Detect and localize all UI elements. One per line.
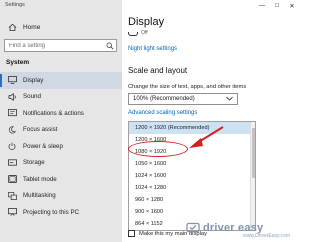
- search-input[interactable]: [5, 40, 104, 51]
- sidebar-item-label: Display: [23, 76, 44, 84]
- resolution-option[interactable]: 1200 × 1920 (Recommended): [129, 122, 255, 134]
- resolution-option[interactable]: 1080 × 1920: [129, 146, 255, 158]
- window-controls: — □ ✕: [258, 2, 296, 10]
- moon-icon: [7, 126, 17, 134]
- maximize-icon[interactable]: □: [273, 2, 281, 10]
- sidebar-item-label: Focus assist: [23, 126, 58, 134]
- storage-icon: [7, 159, 17, 166]
- minimize-icon[interactable]: —: [258, 2, 266, 10]
- monitor-icon: [7, 76, 17, 85]
- nav-home-label: Home: [23, 23, 41, 31]
- project-icon: [7, 208, 17, 217]
- scale-dropdown-value: 100% (Recommended): [133, 96, 195, 102]
- main-display-label: Make this my main display: [139, 230, 207, 237]
- search-icon[interactable]: [104, 42, 116, 50]
- resolution-option[interactable]: 1024 × 1600: [129, 170, 255, 182]
- multitask-icon: [7, 191, 17, 200]
- sidebar-item-label: Multitasking: [23, 192, 56, 200]
- resolution-list-scrollbar[interactable]: [250, 122, 255, 230]
- home-icon: [7, 23, 17, 32]
- toggle-state-label: Off: [141, 30, 148, 36]
- sidebar-item-projecting[interactable]: Projecting to this PC: [0, 204, 122, 221]
- resolution-option[interactable]: 1050 × 1600: [129, 158, 255, 170]
- search-box[interactable]: [4, 39, 117, 52]
- resolution-option[interactable]: 1024 × 1280: [129, 182, 255, 194]
- scale-field-label: Change the size of text, apps, and other…: [128, 84, 247, 90]
- chevron-down-icon: [226, 96, 233, 103]
- speaker-icon: [7, 92, 17, 101]
- sidebar-item-label: Sound: [23, 93, 41, 101]
- resolution-option[interactable]: 864 × 1152: [129, 218, 255, 230]
- section-title-scale-layout: Scale and layout: [128, 66, 188, 75]
- power-icon: [7, 142, 17, 151]
- sidebar-item-multitasking[interactable]: Multitasking: [0, 188, 122, 205]
- scrollbar-thumb[interactable]: [252, 128, 255, 178]
- main-display-option[interactable]: Make this my main display: [128, 230, 207, 237]
- sidebar-group-label: System: [6, 59, 30, 66]
- night-light-settings-link[interactable]: Night light settings: [128, 46, 177, 52]
- resolution-option[interactable]: 960 × 1280: [129, 194, 255, 206]
- settings-sidebar: Settings Home System Display Sound Notif…: [0, 0, 122, 242]
- sidebar-item-tablet-mode[interactable]: Tablet mode: [0, 171, 122, 188]
- notification-icon: [7, 109, 17, 117]
- sidebar-item-display[interactable]: Display: [0, 72, 122, 89]
- display-settings-pane: — □ ✕ Display Off Night light settings S…: [122, 0, 300, 242]
- window-title: Settings: [5, 2, 25, 8]
- resolution-dropdown-list[interactable]: 1200 × 1920 (Recommended) 1200 × 1600 1080…: [128, 121, 256, 231]
- resolution-option[interactable]: 900 × 1600: [129, 206, 255, 218]
- sidebar-item-focus-assist[interactable]: Focus assist: [0, 122, 122, 139]
- sidebar-item-label: Tablet mode: [23, 175, 57, 183]
- scale-dropdown[interactable]: 100% (Recommended): [128, 93, 238, 105]
- sidebar-item-power-sleep[interactable]: Power & sleep: [0, 138, 122, 155]
- sidebar-nav-list: Display Sound Notifications & actions Fo…: [0, 72, 122, 221]
- sidebar-item-label: Projecting to this PC: [23, 208, 80, 216]
- sidebar-item-sound[interactable]: Sound: [0, 89, 122, 106]
- advanced-scaling-link[interactable]: Advanced scaling settings: [128, 110, 197, 116]
- close-icon[interactable]: ✕: [288, 2, 296, 10]
- night-light-toggle[interactable]: [128, 32, 138, 36]
- sidebar-item-label: Power & sleep: [23, 142, 63, 150]
- sidebar-item-notifications[interactable]: Notifications & actions: [0, 105, 122, 122]
- tablet-icon: [7, 175, 17, 184]
- nav-home[interactable]: Home: [0, 20, 122, 34]
- sidebar-item-storage[interactable]: Storage: [0, 155, 122, 172]
- sidebar-item-label: Storage: [23, 159, 45, 167]
- resolution-option[interactable]: 1200 × 1600: [129, 134, 255, 146]
- sidebar-item-label: Notifications & actions: [23, 109, 84, 117]
- main-display-checkbox[interactable]: [128, 230, 135, 237]
- page-title: Display: [128, 16, 165, 28]
